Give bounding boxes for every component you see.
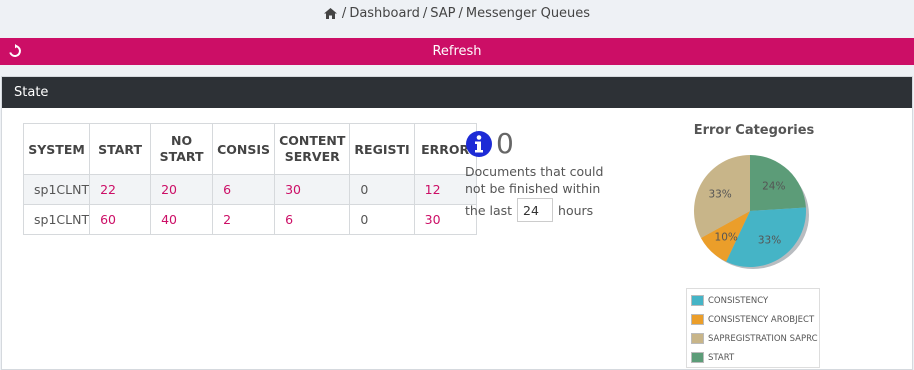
breadcrumb-item-messenger-queues: Messenger Queues: [465, 5, 591, 21]
pie-data-label: 10%: [715, 231, 738, 243]
col-header-consis[interactable]: CONSIS: [212, 123, 276, 175]
state-panel: State SYSTEM START NO START CONSIS CONTE…: [1, 76, 913, 370]
legend-label: CONSISTENCY AROBJECT: [708, 314, 815, 325]
table-header-row: SYSTEM START NO START CONSIS CONTENT SER…: [22, 123, 477, 175]
breadcrumb-item-sap[interactable]: SAP: [430, 6, 455, 21]
cell-start[interactable]: 22: [89, 174, 152, 205]
chart-legend: CONSISTENCY CONSISTENCY AROBJECT SAPREGIST…: [686, 288, 820, 368]
unfinished-count: 0: [496, 127, 514, 160]
cell-system: sp1CLNT: [22, 174, 91, 205]
col-header-no-start[interactable]: NO START: [150, 123, 214, 175]
cell-start[interactable]: 60: [89, 204, 152, 235]
legend-swatch: [691, 314, 704, 325]
legend-item[interactable]: SAPREGISTRATION SAPRC: [687, 329, 819, 348]
panel-header: State: [2, 77, 912, 108]
refresh-icon: [9, 44, 21, 57]
queue-table: SYSTEM START NO START CONSIS CONTENT SER…: [22, 123, 477, 235]
breadcrumb-separator: /: [422, 5, 428, 21]
cell-content-server[interactable]: 30: [274, 174, 351, 205]
error-categories-pie: 24% 33% 10% 33%: [694, 155, 809, 269]
legend-label: SAPREGISTRATION SAPRC: [708, 333, 818, 344]
pie-data-label: 33%: [758, 235, 781, 247]
home-icon[interactable]: [323, 7, 337, 19]
cell-no-start[interactable]: 40: [150, 204, 214, 235]
legend-item[interactable]: CONSISTENCY AROBJECT: [687, 310, 819, 329]
info-icon: [466, 131, 492, 157]
legend-swatch: [691, 333, 704, 344]
panel-title: State: [14, 85, 49, 100]
legend-swatch: [691, 295, 704, 306]
legend-label: START: [708, 352, 735, 363]
breadcrumb-separator: /: [341, 5, 347, 21]
legend-label: CONSISTENCY: [708, 295, 769, 306]
legend-item[interactable]: CONSISTENCY: [687, 291, 819, 310]
info-description: Documents that could not be finished wit…: [465, 164, 604, 196]
legend-item[interactable]: START: [687, 348, 819, 367]
breadcrumb-item-dashboard[interactable]: Dashboard: [349, 6, 420, 21]
col-header-content-server-label: CONTENT SERVER: [279, 133, 346, 164]
cell-content-server[interactable]: 6: [274, 204, 351, 235]
breadcrumb: / Dashboard / SAP / Messenger Queues: [0, 0, 914, 26]
table-row[interactable]: sp1CLNT 60 40 2 6 0 30: [22, 204, 477, 235]
pie-data-label: 33%: [708, 188, 731, 200]
refresh-label: Refresh: [432, 44, 482, 59]
hours-suffix: hours: [558, 202, 594, 218]
col-header-start[interactable]: START: [89, 123, 152, 175]
cell-registi: 0: [349, 204, 415, 235]
col-header-no-start-label: NO START: [159, 133, 204, 164]
cell-registi: 0: [349, 174, 415, 205]
col-header-registi[interactable]: REGISTI: [349, 123, 415, 175]
col-header-content-server[interactable]: CONTENT SERVER: [274, 123, 351, 175]
breadcrumb-separator: /: [458, 5, 463, 21]
hours-prefix: the last: [465, 202, 513, 218]
cell-system: sp1CLNT: [22, 204, 91, 235]
col-header-system[interactable]: SYSTEM: [22, 123, 91, 175]
refresh-button[interactable]: Refresh: [0, 38, 914, 65]
table-row[interactable]: sp1CLNT 22 20 6 30 0 12: [22, 174, 477, 205]
chart-title: Error Categories: [693, 123, 815, 138]
hours-input[interactable]: [517, 198, 554, 222]
legend-swatch: [691, 352, 704, 363]
cell-no-start[interactable]: 20: [150, 174, 214, 205]
pie-data-label: 24%: [762, 181, 785, 193]
unfinished-documents-info: 0 Documents that could not be finished w…: [465, 129, 625, 222]
cell-consis[interactable]: 2: [212, 204, 276, 235]
cell-consis[interactable]: 6: [212, 174, 276, 205]
